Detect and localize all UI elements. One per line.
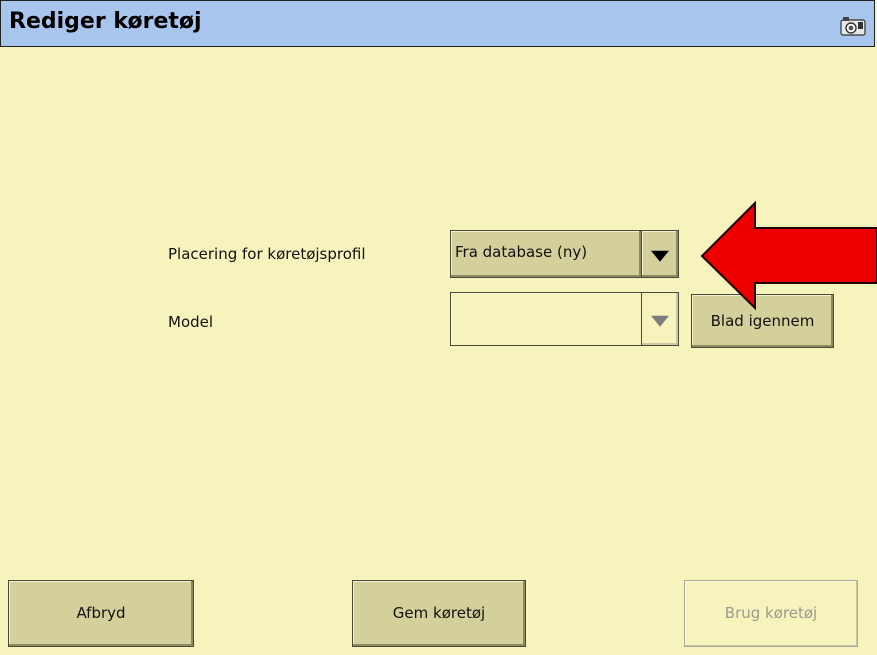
annotation-arrow-icon [700,200,877,311]
use-vehicle-button[interactable]: Brug køretøj [684,580,858,647]
cancel-button-label: Afbryd [76,604,126,622]
save-vehicle-button-label: Gem køretøj [392,604,486,622]
save-vehicle-button[interactable]: Gem køretøj [352,580,526,647]
use-vehicle-button-label: Brug køretøj [724,604,818,622]
cancel-button[interactable]: Afbryd [8,580,194,647]
